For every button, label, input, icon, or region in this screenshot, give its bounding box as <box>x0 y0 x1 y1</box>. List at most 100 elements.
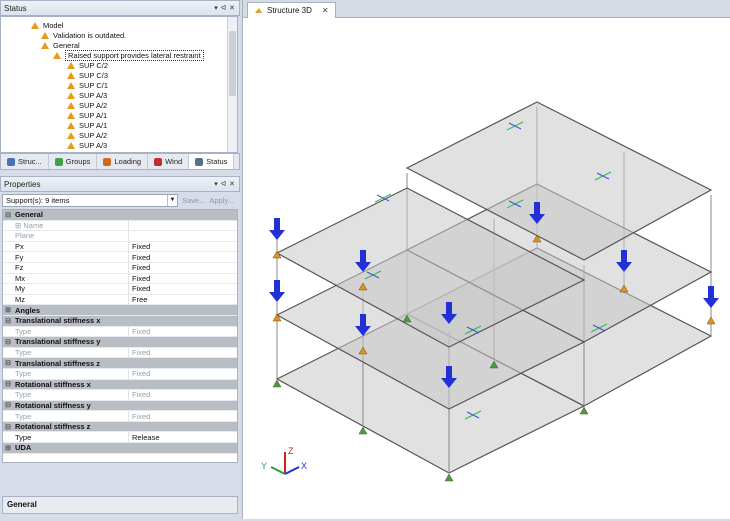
property-row[interactable]: Fz Fixed <box>3 262 237 274</box>
status-panel-tabs: Struc... Groups Loading Wind Status <box>0 153 240 170</box>
property-value[interactable]: Fixed <box>129 242 150 251</box>
tree-item[interactable]: SUP C/3 <box>67 70 108 80</box>
expand-toggle-icon[interactable]: ⊟ <box>3 401 13 409</box>
tree-item[interactable]: SUP A/3 <box>67 140 107 150</box>
structure-model-drawing[interactable]: ZX Y <box>243 18 730 519</box>
dropdown-icon[interactable]: ▾ <box>214 4 218 12</box>
groups-icon <box>54 157 63 166</box>
load-arrow-shaft <box>360 314 366 328</box>
property-value[interactable]: Fixed <box>129 390 150 399</box>
property-category[interactable]: ⊟ General <box>3 210 237 221</box>
property-key: Rotational stiffness z <box>15 422 91 432</box>
property-category[interactable]: ⊞ Angles <box>3 305 237 316</box>
scrollbar-thumb[interactable] <box>229 31 236 96</box>
structure-3d-viewport[interactable]: ZX Y <box>243 18 730 519</box>
property-value[interactable]: Fixed <box>129 274 150 283</box>
property-value[interactable]: Release <box>129 433 160 442</box>
expand-toggle-icon[interactable]: ⊟ <box>3 338 13 346</box>
property-value[interactable]: Fixed <box>129 412 150 421</box>
property-row[interactable]: Px Fixed <box>3 241 237 253</box>
load-arrow[interactable] <box>269 230 285 240</box>
property-row[interactable]: Type Fixed <box>3 390 237 401</box>
property-value[interactable]: Fixed <box>129 253 150 262</box>
tree-item[interactable]: Raised support provides lateral restrain… <box>53 49 204 61</box>
tree-item[interactable]: Model <box>31 20 63 30</box>
warning-icon <box>31 21 39 29</box>
property-row[interactable]: Mz Free <box>3 294 237 306</box>
property-value[interactable]: Fixed <box>129 284 150 293</box>
y-axis-label: Y <box>261 461 267 471</box>
expand-toggle-icon[interactable]: ⊞ <box>3 444 13 452</box>
property-value[interactable]: Fixed <box>129 263 150 272</box>
tree-item-label: SUP C/3 <box>79 70 109 80</box>
property-category[interactable]: ⊞ UDA <box>3 443 237 454</box>
selection-combo[interactable]: Support(s): 9 items ▼ <box>2 193 178 207</box>
properties-toolbar: Support(s): 9 items ▼ Save... Apply... <box>2 193 238 207</box>
tab-status[interactable]: Status <box>189 154 235 169</box>
tab-structure-3d-label: Structure 3D <box>267 6 312 15</box>
property-row[interactable]: ⊞ Name <box>3 220 237 232</box>
close-icon[interactable]: ✕ <box>229 180 235 188</box>
property-row[interactable]: Type Fixed <box>3 368 237 380</box>
property-category[interactable]: ⊟ Rotational stiffness y <box>3 400 237 412</box>
property-category[interactable]: ⊟ Rotational stiffness z <box>3 421 237 433</box>
tree-item[interactable]: General <box>41 40 80 50</box>
property-value[interactable]: Free <box>129 295 147 304</box>
tree-item[interactable]: SUP A/1 <box>67 110 107 120</box>
property-value[interactable]: Fixed <box>129 348 150 357</box>
expand-toggle-icon[interactable]: ⊞ <box>3 306 13 314</box>
property-category[interactable]: ⊟ Translational stiffness z <box>3 358 237 369</box>
expand-toggle-icon[interactable]: ⊟ <box>3 423 13 431</box>
chevron-down-icon[interactable]: ▼ <box>167 194 177 206</box>
tab-loading[interactable]: Loading <box>97 154 149 169</box>
property-row[interactable]: Fy Fixed <box>3 252 237 263</box>
load-arrow[interactable] <box>269 292 285 302</box>
tab-struc[interactable]: Struc... <box>1 154 49 169</box>
pin-icon[interactable]: ᐊ <box>221 4 226 12</box>
tree-item[interactable]: SUP A/1 <box>67 120 107 130</box>
tab-label: Wind <box>165 157 183 166</box>
property-category[interactable]: ⊟ Translational stiffness x <box>3 315 237 327</box>
expand-toggle-icon[interactable]: ⊟ <box>3 359 13 367</box>
property-key: Plane <box>13 231 129 241</box>
raised-support-icon[interactable] <box>706 316 716 325</box>
tree-item[interactable]: SUP A/2 <box>67 130 107 140</box>
property-row[interactable]: Type Fixed <box>3 411 237 422</box>
pin-icon[interactable]: ᐊ <box>221 180 226 188</box>
tree-item[interactable]: Validation is outdated. <box>41 30 126 40</box>
property-value[interactable]: Fixed <box>129 369 150 378</box>
load-arrow[interactable] <box>703 298 719 308</box>
property-category[interactable]: ⊟ Rotational stiffness x <box>3 379 237 391</box>
x-axis-label: X <box>301 461 307 471</box>
tree-item[interactable]: SUP C/1 <box>67 80 108 90</box>
property-category[interactable]: ⊟ Translational stiffness y <box>3 337 237 348</box>
property-row[interactable]: Type Release <box>3 432 237 444</box>
tab-structure-3d[interactable]: Structure 3D ✕ <box>247 2 336 18</box>
warning-icon <box>53 51 61 59</box>
tree-item[interactable]: SUP A/3 <box>67 90 107 100</box>
fixed-support-icon[interactable] <box>444 473 454 482</box>
tab-label: Loading <box>114 157 142 166</box>
tree-scrollbar[interactable] <box>227 17 237 152</box>
save-button[interactable]: Save... <box>182 196 205 205</box>
property-row[interactable]: Plane <box>3 231 237 242</box>
expand-toggle-icon[interactable]: ⊟ <box>3 317 13 325</box>
property-row[interactable]: Mx Fixed <box>3 273 237 285</box>
property-value[interactable]: Fixed <box>129 327 150 336</box>
dropdown-icon[interactable]: ▾ <box>214 180 218 188</box>
close-icon[interactable]: ✕ <box>229 4 235 12</box>
load-arrow-shaft <box>274 280 280 294</box>
property-row[interactable]: Type Fixed <box>3 347 237 359</box>
property-row[interactable]: My Fixed <box>3 284 237 295</box>
expand-toggle-icon[interactable]: ⊟ <box>3 380 13 388</box>
tab-groups[interactable]: Groups <box>49 154 98 169</box>
expand-toggle-icon[interactable]: ⊟ <box>3 211 13 219</box>
tab-wind[interactable]: Wind <box>148 154 190 169</box>
apply-button[interactable]: Apply... <box>209 196 233 205</box>
property-row[interactable]: Type Fixed <box>3 326 237 338</box>
close-icon[interactable]: ✕ <box>322 6 329 15</box>
load-arrow-shaft <box>274 218 280 232</box>
tree-item[interactable]: SUP C/2 <box>67 60 108 70</box>
property-key: Type <box>13 411 129 421</box>
tree-item[interactable]: SUP A/2 <box>67 100 107 110</box>
